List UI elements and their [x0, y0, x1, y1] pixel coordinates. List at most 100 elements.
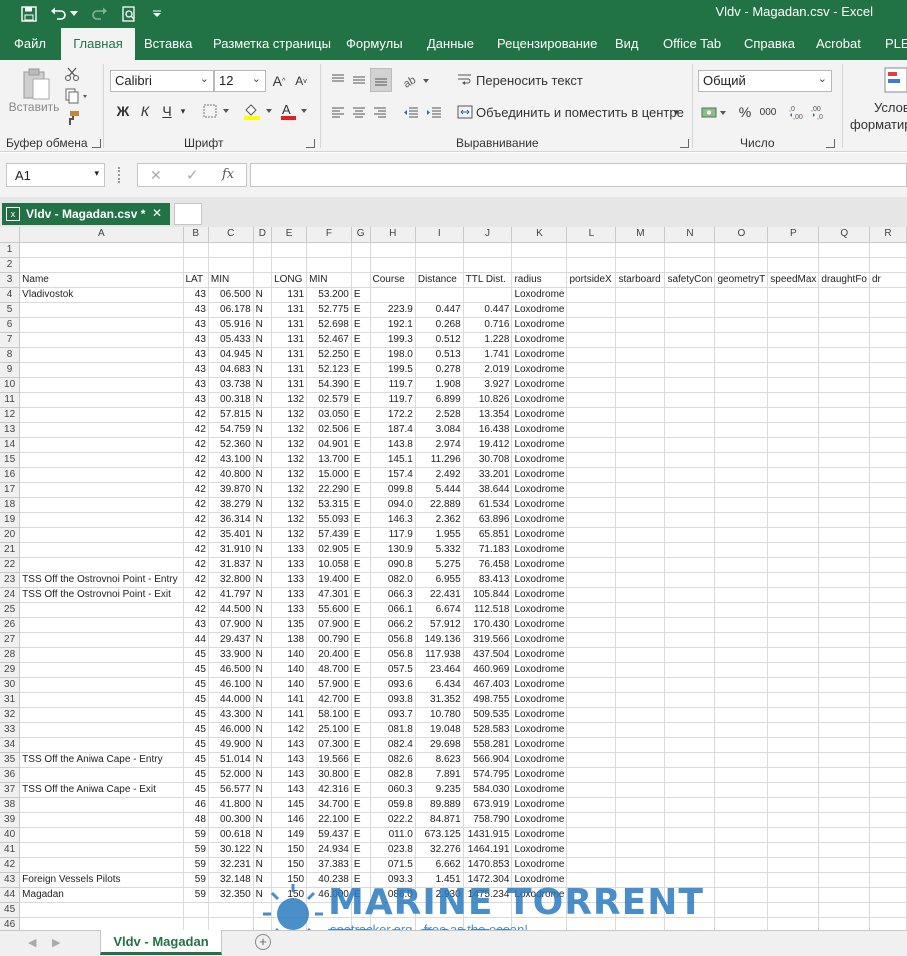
grid-cell[interactable] [714, 632, 769, 648]
grid-cell[interactable] [714, 797, 769, 813]
grid-cell[interactable]: 42.700 [306, 692, 352, 708]
grid-cell[interactable]: 33.900 [208, 647, 254, 663]
grid-cell[interactable] [869, 482, 907, 498]
grid-cell[interactable]: safetyCon [664, 272, 716, 288]
grid-cell[interactable]: 2.362 [415, 512, 464, 528]
grid-cell[interactable]: 00.618 [208, 827, 254, 843]
grid-cell[interactable]: 45 [183, 707, 209, 723]
grid-cell[interactable] [869, 392, 907, 408]
grid-cell[interactable] [767, 257, 820, 273]
grid-cell[interactable] [869, 872, 907, 888]
grid-cell[interactable] [767, 917, 820, 930]
grid-cell[interactable]: E [351, 722, 371, 738]
bold-button[interactable]: Ж [114, 100, 132, 122]
grid-cell[interactable]: 42 [183, 602, 209, 618]
grid-cell[interactable] [664, 347, 716, 363]
grid-cell[interactable]: 172.2 [370, 407, 416, 423]
grid-cell[interactable] [767, 812, 820, 828]
grid-cell[interactable] [767, 302, 820, 318]
grid-cell[interactable] [183, 242, 209, 258]
grid-cell[interactable] [615, 557, 666, 573]
grid-cell[interactable]: Loxodrome [511, 527, 568, 543]
grid-cell[interactable] [566, 827, 617, 843]
grid-cell[interactable] [818, 287, 870, 303]
grid-cell[interactable]: E [351, 887, 371, 903]
grid-cell[interactable] [714, 722, 769, 738]
grid-cell[interactable] [19, 482, 184, 498]
grid-cell[interactable]: 3.927 [463, 377, 513, 393]
column-header[interactable]: D [253, 227, 273, 243]
grid-cell[interactable] [767, 377, 820, 393]
grid-cell[interactable]: Loxodrome [511, 542, 568, 558]
grid-cell[interactable]: N [253, 392, 273, 408]
grid-cell[interactable]: 131 [271, 287, 308, 303]
grid-cell[interactable] [664, 242, 716, 258]
grid-cell[interactable]: 89.889 [415, 797, 464, 813]
grid-cell[interactable]: E [351, 572, 371, 588]
grid-cell[interactable]: 131 [271, 302, 308, 318]
grid-cell[interactable] [566, 542, 617, 558]
grid-cell[interactable] [351, 917, 371, 930]
grid-cell[interactable]: 0.716 [463, 317, 513, 333]
grid-cell[interactable]: 1.451 [415, 872, 464, 888]
grid-cell[interactable]: N [253, 407, 273, 423]
grid-cell[interactable] [19, 302, 184, 318]
grid-cell[interactable]: 145.1 [370, 452, 416, 468]
column-header[interactable]: C [208, 227, 254, 243]
grid-cell[interactable] [664, 632, 716, 648]
grid-cell[interactable] [714, 917, 769, 930]
grid-cell[interactable] [253, 257, 273, 273]
grid-cell[interactable] [869, 572, 907, 588]
grid-cell[interactable]: N [253, 527, 273, 543]
italic-button[interactable]: К [136, 100, 154, 122]
grid-cell[interactable]: 46.100 [208, 677, 254, 693]
grid-cell[interactable] [370, 287, 416, 303]
grid-cell[interactable]: N [253, 377, 273, 393]
column-header[interactable]: G [351, 227, 371, 243]
grid-cell[interactable]: 066.1 [370, 602, 416, 618]
grid-cell[interactable]: 574.795 [463, 767, 513, 783]
row-header[interactable]: 36 [0, 767, 21, 783]
row-header[interactable]: 11 [0, 392, 21, 408]
grid-cell[interactable] [714, 407, 769, 423]
column-header[interactable]: P [767, 227, 820, 243]
grid-cell[interactable] [664, 362, 716, 378]
grid-cell[interactable]: 132 [271, 482, 308, 498]
grid-cell[interactable]: 0.268 [415, 317, 464, 333]
grid-cell[interactable]: 83.413 [463, 572, 513, 588]
grid-cell[interactable] [615, 737, 666, 753]
increase-decimal-icon[interactable]: ,0,00 [788, 102, 808, 122]
grid-cell[interactable] [351, 242, 371, 258]
cancel-icon[interactable]: ✕ [150, 167, 162, 184]
grid-cell[interactable]: 45 [183, 647, 209, 663]
grid-cell[interactable]: N [253, 647, 273, 663]
grid-cell[interactable]: N [253, 422, 273, 438]
grid-cell[interactable]: 40.800 [208, 467, 254, 483]
grid-cell[interactable] [869, 257, 907, 273]
grid-cell[interactable]: E [351, 542, 371, 558]
grid-cell[interactable] [714, 812, 769, 828]
row-header[interactable]: 9 [0, 362, 21, 378]
name-box-dropdown-icon[interactable]: ▾ [94, 168, 99, 179]
grid-cell[interactable] [664, 392, 716, 408]
grid-cell[interactable]: E [351, 812, 371, 828]
grid-cell[interactable] [19, 542, 184, 558]
grid-cell[interactable] [664, 797, 716, 813]
tab-view[interactable]: Вид [607, 28, 647, 60]
grid-cell[interactable] [664, 572, 716, 588]
grid-cell[interactable]: N [253, 737, 273, 753]
grid-cell[interactable]: MIN [306, 272, 352, 288]
grid-cell[interactable] [615, 887, 666, 903]
grid-cell[interactable]: 47.301 [306, 587, 352, 603]
grid-cell[interactable]: Loxodrome [511, 722, 568, 738]
grid-cell[interactable]: 22.290 [306, 482, 352, 498]
grid-cell[interactable]: 51.014 [208, 752, 254, 768]
grid-cell[interactable]: Loxodrome [511, 617, 568, 633]
grid-cell[interactable] [767, 617, 820, 633]
grid-cell[interactable] [271, 257, 308, 273]
grid-cell[interactable] [767, 437, 820, 453]
grid-cell[interactable] [818, 902, 870, 918]
grid-cell[interactable] [253, 902, 273, 918]
row-header[interactable]: 18 [0, 497, 21, 513]
grid-cell[interactable]: TTL Dist. [463, 272, 513, 288]
